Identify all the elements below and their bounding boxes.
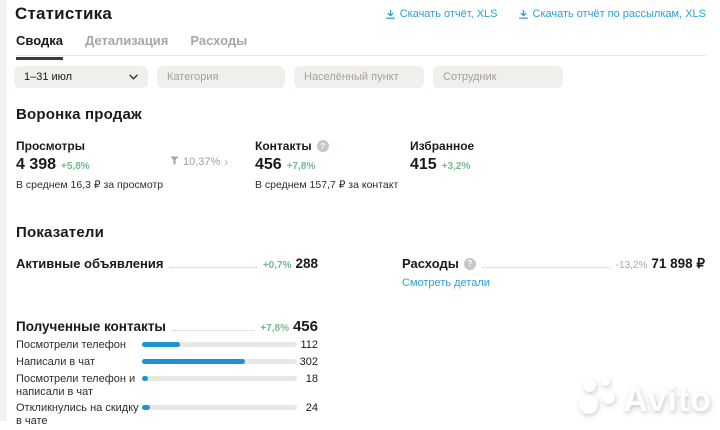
bar-label: Откликнулись на скидку в чате bbox=[16, 401, 142, 428]
avito-logo-icon bbox=[579, 377, 617, 415]
bar-label: Посмотрели телефон bbox=[16, 338, 142, 353]
download-mailing-report-link[interactable]: Скачать отчёт по рассылкам, XLS bbox=[518, 8, 707, 20]
expenses-label: Расходы bbox=[402, 256, 459, 271]
funnel-card-contacts: Контакты ? 456 +7,8% В среднем 157,7 ₽ з… bbox=[255, 139, 398, 191]
contacts-value: 456 bbox=[255, 156, 282, 174]
help-icon[interactable]: ? bbox=[317, 140, 329, 152]
employee-filter[interactable]: Сотрудник bbox=[433, 66, 563, 88]
contacts-note: В среднем 157,7 ₽ за контакт bbox=[255, 179, 398, 191]
download-icon bbox=[518, 9, 529, 20]
bar-row-phone-and-chat: Посмотрели телефон и написали в чат 18 bbox=[16, 372, 318, 399]
bar-value: 112 bbox=[297, 338, 318, 353]
period-filter-value: 1–31 июл bbox=[24, 71, 72, 83]
funnel-icon bbox=[170, 156, 179, 168]
watermark-text: Avito bbox=[623, 386, 712, 415]
active-ads-row: Активные объявления +0,7% 288 bbox=[16, 256, 318, 271]
bar-track bbox=[142, 342, 297, 347]
dotted-leader bbox=[169, 267, 256, 268]
views-note: В среднем 16,3 ₽ за просмотр bbox=[16, 179, 163, 191]
expenses-row: Расходы ? -13,2% 71 898 ₽ bbox=[402, 256, 705, 272]
indicators-heading: Показатели bbox=[16, 224, 104, 241]
contacts-label: Контакты bbox=[255, 139, 312, 153]
tabs-divider bbox=[16, 55, 706, 56]
download-report-label: Скачать отчёт, XLS bbox=[400, 8, 498, 20]
bar-row-phone: Посмотрели телефон 112 bbox=[16, 338, 318, 353]
favorites-label: Избранное bbox=[410, 139, 474, 153]
expenses-details-link[interactable]: Смотреть детали bbox=[402, 277, 490, 289]
funnel-conversion-value: 10,37% bbox=[183, 156, 220, 168]
download-icon bbox=[385, 9, 396, 20]
favorites-value: 415 bbox=[410, 156, 437, 174]
funnel-heading: Воронка продаж bbox=[16, 106, 142, 123]
contacts-delta: +7,8% bbox=[287, 161, 316, 172]
received-contacts-value: 456 bbox=[293, 318, 318, 335]
page-title: Статистика bbox=[15, 4, 112, 24]
favorites-delta: +3,2% bbox=[442, 161, 471, 172]
bar-row-discount: Откликнулись на скидку в чате 24 bbox=[16, 401, 318, 428]
bar-fill bbox=[142, 405, 150, 410]
bar-value: 18 bbox=[297, 372, 318, 399]
download-report-link[interactable]: Скачать отчёт, XLS bbox=[385, 8, 498, 20]
active-ads-value: 288 bbox=[295, 256, 318, 271]
bar-label: Написали в чат bbox=[16, 355, 142, 370]
period-filter[interactable]: 1–31 июл bbox=[14, 66, 148, 88]
bar-track bbox=[142, 359, 297, 364]
active-ads-delta: +0,7% bbox=[263, 260, 292, 271]
expenses-delta: -13,2% bbox=[616, 260, 648, 271]
page-left-gutter bbox=[0, 0, 7, 421]
bar-fill bbox=[142, 376, 148, 381]
expenses-value: 71 898 ₽ bbox=[651, 256, 705, 272]
funnel-card-views: Просмотры 4 398 +5,8% В среднем 16,3 ₽ з… bbox=[16, 139, 163, 191]
bar-track bbox=[142, 376, 297, 381]
bar-fill bbox=[142, 342, 180, 347]
received-contacts-delta: +7,8% bbox=[260, 323, 289, 334]
help-icon[interactable]: ? bbox=[464, 258, 476, 270]
contacts-bar-chart: Посмотрели телефон 112 Написали в чат 30… bbox=[16, 338, 318, 430]
chevron-down-icon bbox=[129, 71, 138, 83]
active-ads-label: Активные объявления bbox=[16, 256, 163, 271]
bar-value: 24 bbox=[297, 401, 318, 428]
views-label: Просмотры bbox=[16, 139, 163, 153]
bar-fill bbox=[142, 359, 245, 364]
category-filter[interactable]: Категория bbox=[157, 66, 285, 88]
location-filter[interactable]: Населённый пункт bbox=[294, 66, 424, 88]
bar-label: Посмотрели телефон и написали в чат bbox=[16, 372, 142, 399]
bar-row-chat: Написали в чат 302 bbox=[16, 355, 318, 370]
filter-bar: 1–31 июл Категория Населённый пункт Сотр… bbox=[14, 66, 563, 88]
bar-track bbox=[142, 405, 297, 410]
header-links: Скачать отчёт, XLS Скачать отчёт по расс… bbox=[385, 8, 706, 20]
views-value: 4 398 bbox=[16, 156, 56, 174]
avito-watermark: Avito bbox=[579, 377, 712, 415]
bar-value: 302 bbox=[297, 355, 318, 370]
received-contacts-label: Полученные контакты bbox=[16, 319, 166, 334]
funnel-card-favorites: Избранное 415 +3,2% bbox=[410, 139, 474, 174]
views-delta: +5,8% bbox=[61, 161, 90, 172]
download-mailing-report-label: Скачать отчёт по рассылкам, XLS bbox=[533, 8, 707, 20]
dotted-leader bbox=[482, 267, 610, 268]
received-contacts-row: Полученные контакты +7,8% 456 bbox=[16, 318, 318, 335]
chevron-right-icon: › bbox=[224, 155, 228, 169]
dotted-leader bbox=[172, 330, 254, 331]
funnel-conversion-link[interactable]: 10,37% › bbox=[170, 155, 228, 169]
